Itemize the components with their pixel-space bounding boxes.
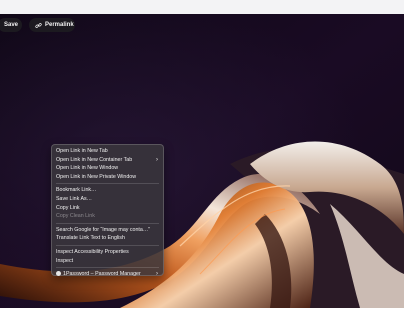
chevron-right-icon: › — [156, 156, 158, 163]
permalink-label: Permalink — [45, 22, 74, 28]
menu-item-search-google[interactable]: Search Google for “Image may conta…” — [52, 226, 163, 235]
menu-item-label: Copy Link — [56, 204, 80, 211]
menu-item-1password[interactable]: 1Password – Password Manager › — [52, 270, 163, 279]
menu-item-label: Save Link As… — [56, 195, 92, 202]
menu-item-label: Copy Clean Link — [56, 213, 95, 220]
save-button[interactable]: Save — [0, 18, 22, 32]
menu-item-label: 1Password – Password Manager — [63, 271, 141, 278]
chevron-right-icon: › — [156, 271, 158, 278]
browser-top-bar — [0, 0, 404, 15]
menu-item-copy-link[interactable]: Copy Link — [52, 204, 163, 213]
page-bottom-strip — [0, 308, 404, 316]
menu-item-label: Open Link in New Tab — [56, 148, 108, 154]
menu-item-copy-clean-link: Copy Clean Link — [52, 212, 163, 221]
menu-item-open-new-container-tab[interactable]: Open Link in New Container Tab › — [52, 156, 163, 165]
menu-separator — [56, 222, 159, 224]
menu-item-label: Translate Link Text to English — [56, 235, 125, 242]
menu-item-label: Search Google for “Image may conta…” — [56, 226, 150, 233]
menu-separator — [56, 183, 159, 185]
menu-item-label: Inspect — [56, 257, 74, 264]
menu-item-inspect[interactable]: Inspect — [52, 257, 163, 266]
menu-item-open-new-tab[interactable]: Open Link in New Tab — [52, 147, 163, 156]
1password-icon — [56, 270, 61, 276]
menu-item-label: Open Link in New Private Window — [56, 173, 137, 180]
menu-item-open-private-window[interactable]: Open Link in New Private Window — [52, 173, 163, 182]
menu-item-label: Bookmark Link… — [56, 187, 97, 194]
context-menu: Open Link in New Tab Open Link in New Co… — [51, 144, 164, 279]
menu-item-label: Open Link in New Container Tab — [56, 156, 133, 163]
menu-item-label: Inspect Accessibility Properties — [56, 248, 129, 255]
menu-item-inspect-accessibility[interactable]: Inspect Accessibility Properties — [52, 248, 163, 257]
menu-separator — [56, 267, 159, 269]
menu-item-bookmark-link[interactable]: Bookmark Link… — [52, 186, 163, 195]
menu-item-translate-link[interactable]: Translate Link Text to English — [52, 234, 163, 243]
menu-item-open-new-window[interactable]: Open Link in New Window — [52, 164, 163, 173]
menu-item-label: Open Link in New Window — [56, 165, 119, 172]
save-label: Save — [4, 22, 19, 28]
menu-separator — [56, 244, 159, 246]
permalink-button[interactable]: Permalink — [29, 18, 75, 32]
link-icon — [35, 22, 42, 29]
menu-item-save-link-as[interactable]: Save Link As… — [52, 195, 163, 204]
